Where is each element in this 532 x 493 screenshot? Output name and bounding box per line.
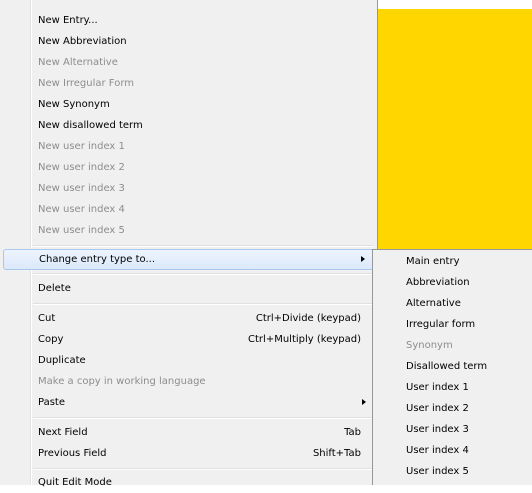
menu-item-shortcut: Ctrl+Multiply (keypad) bbox=[248, 334, 361, 345]
menu-item-label: Copy bbox=[38, 334, 64, 345]
menu-item-label: Paste bbox=[38, 397, 65, 408]
submenu-item-label: Synonym bbox=[406, 340, 453, 351]
submenu-item-disallowed-term[interactable]: Disallowed term bbox=[376, 356, 529, 377]
submenu-item-user-index-3[interactable]: User index 3 bbox=[376, 419, 529, 440]
menu-item-delete[interactable]: Delete bbox=[3, 278, 374, 299]
submenu-item-main-entry[interactable]: Main entry bbox=[376, 251, 529, 272]
submenu-item-irregular-form[interactable]: Irregular form bbox=[376, 314, 529, 335]
menu-item-change-entry-type[interactable]: Change entry type to... bbox=[3, 249, 374, 270]
menu-item-label: Previous Field bbox=[38, 448, 107, 459]
menu-item-label: Delete bbox=[38, 283, 71, 294]
submenu-arrow-icon bbox=[361, 256, 365, 262]
context-menu: New Entry... New Abbreviation New Altern… bbox=[0, 0, 378, 488]
menu-item-label: New Alternative bbox=[38, 57, 118, 68]
menu-item-shortcut: Ctrl+Divide (keypad) bbox=[255, 313, 361, 324]
submenu-item-label: User index 5 bbox=[406, 466, 469, 477]
menu-item-shortcut: Tab bbox=[344, 427, 361, 438]
menu-item-new-user-index-1: New user index 1 bbox=[3, 136, 374, 157]
submenu-item-label: Disallowed term bbox=[406, 361, 488, 372]
menu-item-new-disallowed-term[interactable]: New disallowed term bbox=[3, 115, 374, 136]
menu-item-next-field[interactable]: Next Field Tab bbox=[3, 422, 374, 443]
yellow-background-area bbox=[378, 9, 532, 249]
menu-item-label: New user index 5 bbox=[38, 225, 125, 236]
menu-separator bbox=[33, 245, 374, 247]
submenu-item-label: Alternative bbox=[406, 298, 461, 309]
menu-item-label: New user index 3 bbox=[38, 183, 125, 194]
submenu-item-label: User index 2 bbox=[406, 403, 469, 414]
menu-item-copy[interactable]: Copy Ctrl+Multiply (keypad) bbox=[3, 329, 374, 350]
menu-item-new-entry[interactable]: New Entry... bbox=[3, 10, 374, 31]
submenu-item-label: Irregular form bbox=[406, 319, 476, 330]
menu-item-new-user-index-2: New user index 2 bbox=[3, 157, 374, 178]
menu-item-label: Change entry type to... bbox=[39, 254, 156, 265]
menu-item-new-alternative: New Alternative bbox=[3, 52, 374, 73]
menu-item-label: New Synonym bbox=[38, 99, 110, 110]
submenu-item-abbreviation[interactable]: Abbreviation bbox=[376, 272, 529, 293]
menu-item-new-user-index-4: New user index 4 bbox=[3, 199, 374, 220]
menu-item-new-user-index-5: New user index 5 bbox=[3, 220, 374, 241]
submenu-item-alternative[interactable]: Alternative bbox=[376, 293, 529, 314]
submenu-item-user-index-1[interactable]: User index 1 bbox=[376, 377, 529, 398]
menu-item-new-user-index-3: New user index 3 bbox=[3, 178, 374, 199]
submenu-item-label: Main entry bbox=[406, 256, 460, 267]
submenu-item-label: User index 1 bbox=[406, 382, 469, 393]
change-entry-type-submenu: Main entry Abbreviation Alternative Irre… bbox=[372, 249, 532, 485]
menu-item-label: Quit Edit Mode bbox=[38, 477, 112, 488]
submenu-item-user-index-4[interactable]: User index 4 bbox=[376, 440, 529, 461]
menu-item-new-irregular-form: New Irregular Form bbox=[3, 73, 374, 94]
menu-item-label: New user index 2 bbox=[38, 162, 125, 173]
menu-item-new-abbreviation[interactable]: New Abbreviation bbox=[3, 31, 374, 52]
submenu-item-synonym: Synonym bbox=[376, 335, 529, 356]
menu-item-label: Next Field bbox=[38, 427, 88, 438]
menu-item-cut[interactable]: Cut Ctrl+Divide (keypad) bbox=[3, 308, 374, 329]
menu-item-label: Make a copy in working language bbox=[38, 376, 206, 387]
submenu-item-user-index-5[interactable]: User index 5 bbox=[376, 461, 529, 482]
submenu-item-label: Abbreviation bbox=[406, 277, 470, 288]
submenu-item-label: User index 4 bbox=[406, 445, 469, 456]
menu-item-label: Cut bbox=[38, 313, 56, 324]
menu-item-label: New disallowed term bbox=[38, 120, 143, 131]
menu-item-label: New user index 1 bbox=[38, 141, 125, 152]
menu-item-duplicate[interactable]: Duplicate bbox=[3, 350, 374, 371]
menu-item-label: New Irregular Form bbox=[38, 78, 134, 89]
menu-item-paste[interactable]: Paste bbox=[3, 392, 374, 413]
menu-separator bbox=[33, 303, 374, 305]
menu-separator bbox=[33, 417, 374, 419]
submenu-item-user-index-2[interactable]: User index 2 bbox=[376, 398, 529, 419]
menu-item-label: New Abbreviation bbox=[38, 36, 127, 47]
menu-item-label: New user index 4 bbox=[38, 204, 125, 215]
menu-separator bbox=[33, 273, 374, 275]
menu-item-label: New Entry... bbox=[38, 15, 98, 26]
menu-item-make-copy-working-language: Make a copy in working language bbox=[3, 371, 374, 392]
menu-separator bbox=[33, 468, 374, 470]
menu-item-shortcut: Shift+Tab bbox=[312, 448, 361, 459]
menu-item-new-synonym[interactable]: New Synonym bbox=[3, 94, 374, 115]
submenu-arrow-icon bbox=[362, 399, 366, 405]
menu-item-previous-field[interactable]: Previous Field Shift+Tab bbox=[3, 443, 374, 464]
menu-item-label: Duplicate bbox=[38, 355, 86, 366]
submenu-item-label: User index 3 bbox=[406, 424, 469, 435]
menu-item-quit-edit-mode[interactable]: Quit Edit Mode bbox=[3, 472, 374, 493]
